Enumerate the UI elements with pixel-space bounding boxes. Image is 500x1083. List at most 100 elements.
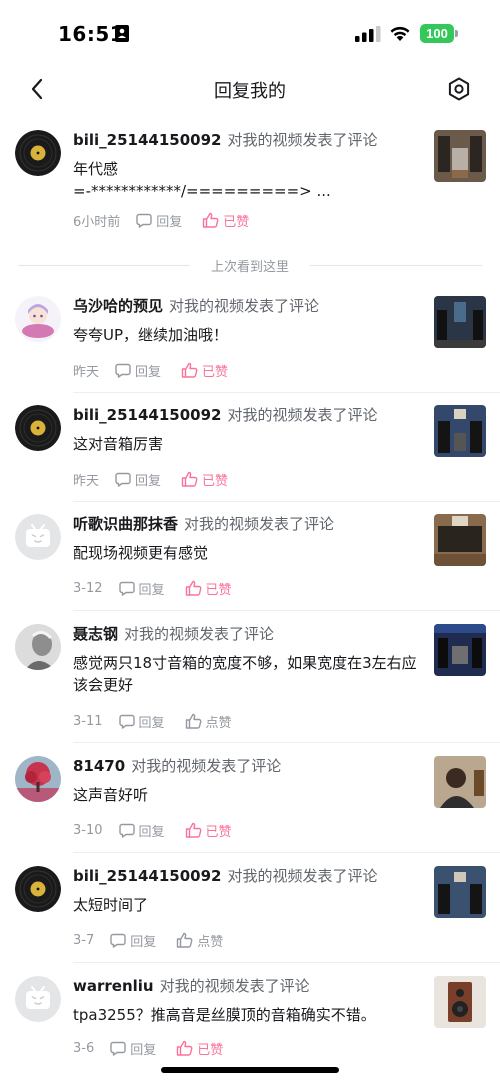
reply-item[interactable]: 聂志钢 对我的视频发表了评论 感觉两只18寸音箱的宽度不够，如果宽度在3左右应该会更…: [0, 612, 500, 731]
reply-action-text: 对我的视频发表了评论: [184, 515, 335, 533]
last-seen-separator: 上次看到这里: [0, 255, 500, 275]
reply-action-text: 对我的视频发表了评论: [227, 131, 378, 149]
reply-label: 回复: [138, 582, 165, 598]
like-button[interactable]: 已赞: [181, 361, 228, 380]
reply-content[interactable]: bili_25144150092 对我的视频发表了评论 太短时间了: [73, 866, 418, 916]
thumbs-up-icon: [177, 932, 193, 948]
reply-item[interactable]: 听歌识曲那抹香 对我的视频发表了评论 配现场视频更有感觉 3-12 回复 已赞: [0, 502, 500, 612]
like-button[interactable]: 已赞: [181, 470, 228, 489]
username[interactable]: 81470: [73, 757, 125, 775]
video-thumbnail[interactable]: [434, 514, 486, 566]
home-indicator[interactable]: [161, 1067, 339, 1073]
reply-icon: [110, 933, 126, 948]
reply-meta: 昨天 回复 已赞: [73, 469, 248, 489]
reply-time: 3-7: [73, 932, 95, 948]
list-divider: [73, 501, 500, 502]
comment-text: 年代感 =-************/=========> ...: [73, 160, 331, 200]
video-thumbnail[interactable]: [434, 866, 486, 918]
reply-content[interactable]: bili_25144150092 对我的视频发表了评论这对音箱厉害: [73, 405, 418, 455]
reply-content[interactable]: 乌沙哈的预见 对我的视频发表了评论 夸夸UP，继续加油哦！: [73, 296, 418, 346]
user-avatar[interactable]: [15, 405, 61, 451]
reply-button[interactable]: 回复: [115, 470, 161, 489]
reply-icon: [118, 581, 135, 596]
user-avatar[interactable]: [15, 866, 61, 912]
reply-content[interactable]: 聂志钢 对我的视频发表了评论 感觉两只18寸音箱的宽度不够，如果宽度在3左右应该会更…: [73, 624, 418, 696]
reply-button[interactable]: 回复: [110, 931, 156, 950]
reply-button[interactable]: 回复: [118, 712, 165, 731]
user-avatar[interactable]: [15, 130, 61, 176]
username[interactable]: bili_25144150092: [73, 131, 221, 149]
reply-time: 3-11: [73, 713, 103, 729]
like-label: 已赞: [223, 214, 250, 230]
reply-button[interactable]: 回复: [118, 579, 165, 598]
user-avatar[interactable]: [15, 756, 61, 802]
reply-item[interactable]: 81470 对我的视频发表了评论 这声音好听 3-10 回复 已赞: [0, 744, 500, 854]
comment-text: 这对音箱厉害: [73, 435, 164, 453]
list-divider: [73, 852, 500, 853]
battery-tip: [455, 30, 458, 37]
username[interactable]: warrenliu: [73, 977, 154, 995]
user-avatar[interactable]: [15, 624, 61, 670]
reply-button[interactable]: 回复: [118, 821, 165, 840]
reply-content[interactable]: warrenliu 对我的视频发表了评论 tpa3255？推高音是丝膜顶的音箱确实不…: [73, 976, 418, 1026]
reply-button[interactable]: 回复: [115, 361, 161, 380]
reply-icon: [110, 1041, 126, 1056]
video-thumbnail[interactable]: [434, 756, 486, 808]
username[interactable]: bili_25144150092: [73, 867, 221, 885]
video-thumbnail[interactable]: [434, 624, 486, 676]
like-button[interactable]: 已赞: [202, 211, 249, 230]
like-label: 已赞: [197, 1042, 224, 1058]
reply-content[interactable]: 听歌识曲那抹香 对我的视频发表了评论 配现场视频更有感觉: [73, 514, 418, 564]
username[interactable]: 听歌识曲那抹香: [73, 515, 178, 533]
like-label: 已赞: [202, 473, 229, 489]
reply-icon: [118, 823, 135, 838]
like-button[interactable]: 已赞: [185, 821, 232, 840]
user-avatar[interactable]: [15, 514, 61, 560]
username[interactable]: 乌沙哈的预见: [73, 297, 163, 315]
wifi-icon: [390, 26, 410, 41]
video-thumbnail[interactable]: [434, 405, 486, 457]
reply-header: bili_25144150092 对我的视频发表了评论: [73, 130, 418, 150]
username[interactable]: 聂志钢: [73, 625, 118, 643]
reply-icon: [118, 714, 135, 729]
reply-time: 6小时前: [73, 214, 121, 230]
reply-meta: 3-7 回复 点赞: [73, 930, 243, 950]
thumbs-up-icon: [185, 822, 201, 838]
reply-icon: [136, 213, 152, 228]
separator-line-right: [310, 265, 482, 266]
user-avatar[interactable]: [15, 976, 61, 1022]
like-label: 点赞: [205, 715, 232, 731]
video-thumbnail[interactable]: [434, 296, 486, 348]
user-avatar[interactable]: [15, 296, 61, 342]
like-button[interactable]: 已赞: [185, 579, 232, 598]
reply-content[interactable]: bili_25144150092 对我的视频发表了评论年代感 =-********…: [73, 130, 418, 202]
reply-action-text: 对我的视频发表了评论: [159, 977, 310, 995]
like-label: 已赞: [202, 364, 229, 380]
reply-button[interactable]: 回复: [110, 1039, 156, 1058]
comment-text: 这声音好听: [73, 786, 149, 804]
reply-label: 回复: [130, 934, 157, 950]
reply-item[interactable]: 乌沙哈的预见 对我的视频发表了评论 夸夸UP，继续加油哦！ 昨天 回复 已赞: [0, 284, 500, 394]
reply-action-text: 对我的视频发表了评论: [227, 406, 378, 424]
thumbs-up-icon: [177, 1040, 193, 1056]
reply-item[interactable]: warrenliu 对我的视频发表了评论 tpa3255？推高音是丝膜顶的音箱确实不…: [0, 964, 500, 1074]
reply-content[interactable]: 81470 对我的视频发表了评论 这声音好听: [73, 756, 418, 806]
thumbs-up-icon: [181, 471, 198, 487]
nav-bar: 回复我的: [0, 64, 500, 114]
id-card-icon: [115, 25, 129, 42]
list-divider: [73, 392, 500, 393]
reply-item[interactable]: bili_25144150092 对我的视频发表了评论 这对音箱厉害 昨天 回复 已赞: [0, 393, 500, 503]
username[interactable]: bili_25144150092: [73, 406, 221, 424]
settings-icon[interactable]: [446, 76, 472, 102]
video-thumbnail[interactable]: [434, 976, 486, 1028]
like-button[interactable]: 点赞: [185, 712, 232, 731]
reply-action-text: 对我的视频发表了评论: [227, 867, 378, 885]
reply-item[interactable]: bili_25144150092 对我的视频发表了评论 太短时间了 3-7 回复 点赞: [0, 854, 500, 964]
video-thumbnail[interactable]: [434, 130, 486, 182]
reply-button[interactable]: 回复: [136, 211, 182, 230]
like-button[interactable]: 点赞: [176, 931, 223, 950]
reply-action-text: 对我的视频发表了评论: [124, 625, 275, 643]
like-button[interactable]: 已赞: [176, 1039, 223, 1058]
reply-item[interactable]: bili_25144150092 对我的视频发表了评论年代感 =-********…: [0, 118, 500, 242]
reply-header: bili_25144150092 对我的视频发表了评论: [73, 405, 418, 425]
